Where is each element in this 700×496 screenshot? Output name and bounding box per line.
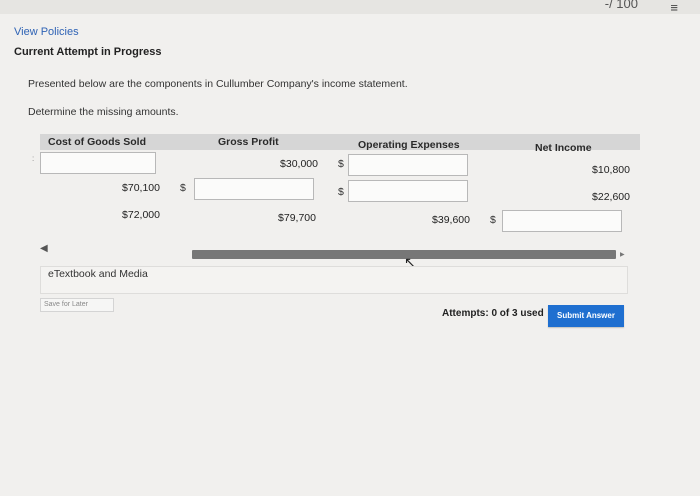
list-icon[interactable]: ≡ bbox=[670, 0, 678, 15]
cost-of-goods-sold-value-row3: $72,000 bbox=[122, 209, 160, 221]
row-marker: : bbox=[32, 154, 35, 163]
header-cost-of-goods-sold: Cost of Goods Sold bbox=[48, 136, 146, 148]
gross-profit-value-row1: $30,000 bbox=[280, 158, 318, 170]
question-text: Presented below are the components in Cu… bbox=[28, 78, 408, 90]
scroll-left-arrow-icon[interactable]: ◀ bbox=[40, 243, 48, 254]
cost-of-goods-sold-value-row2: $70,100 bbox=[122, 182, 160, 194]
etextbook-media-label[interactable]: eTextbook and Media bbox=[48, 268, 148, 280]
save-for-later-button[interactable]: Save for Later bbox=[40, 298, 114, 312]
dollar-sign: $ bbox=[338, 186, 344, 198]
question-instruction: Determine the missing amounts. bbox=[28, 106, 179, 118]
top-bar bbox=[0, 0, 700, 14]
cost-of-goods-sold-input-row1[interactable] bbox=[40, 152, 156, 174]
net-income-value-row1: $10,800 bbox=[592, 164, 630, 176]
submit-answer-button[interactable]: Submit Answer bbox=[548, 305, 624, 327]
header-operating-expenses: Operating Expenses bbox=[358, 139, 460, 151]
attempt-status: Current Attempt in Progress bbox=[14, 46, 162, 58]
attempts-counter: Attempts: 0 of 3 used bbox=[442, 308, 544, 319]
dollar-sign: $ bbox=[180, 182, 186, 194]
operating-expenses-input-row2[interactable] bbox=[348, 180, 468, 202]
net-income-input-row3[interactable] bbox=[502, 210, 622, 232]
score-display: -/ 100 bbox=[604, 0, 638, 11]
dollar-sign: $ bbox=[338, 158, 344, 170]
income-statement-table: Cost of Goods Sold Gross Profit Operatin… bbox=[28, 134, 640, 234]
header-net-income: Net Income bbox=[535, 142, 592, 154]
header-gross-profit: Gross Profit bbox=[218, 136, 279, 148]
operating-expenses-input-row1[interactable] bbox=[348, 154, 468, 176]
view-policies-link[interactable]: View Policies bbox=[14, 26, 79, 38]
net-income-value-row2: $22,600 bbox=[592, 191, 630, 203]
dollar-sign: $ bbox=[490, 214, 496, 226]
gross-profit-value-row3: $79,700 bbox=[278, 212, 316, 224]
operating-expenses-value-row3: $39,600 bbox=[432, 214, 470, 226]
scroll-right-arrow-icon[interactable]: ▶ bbox=[620, 251, 625, 258]
gross-profit-input-row2[interactable] bbox=[194, 178, 314, 200]
